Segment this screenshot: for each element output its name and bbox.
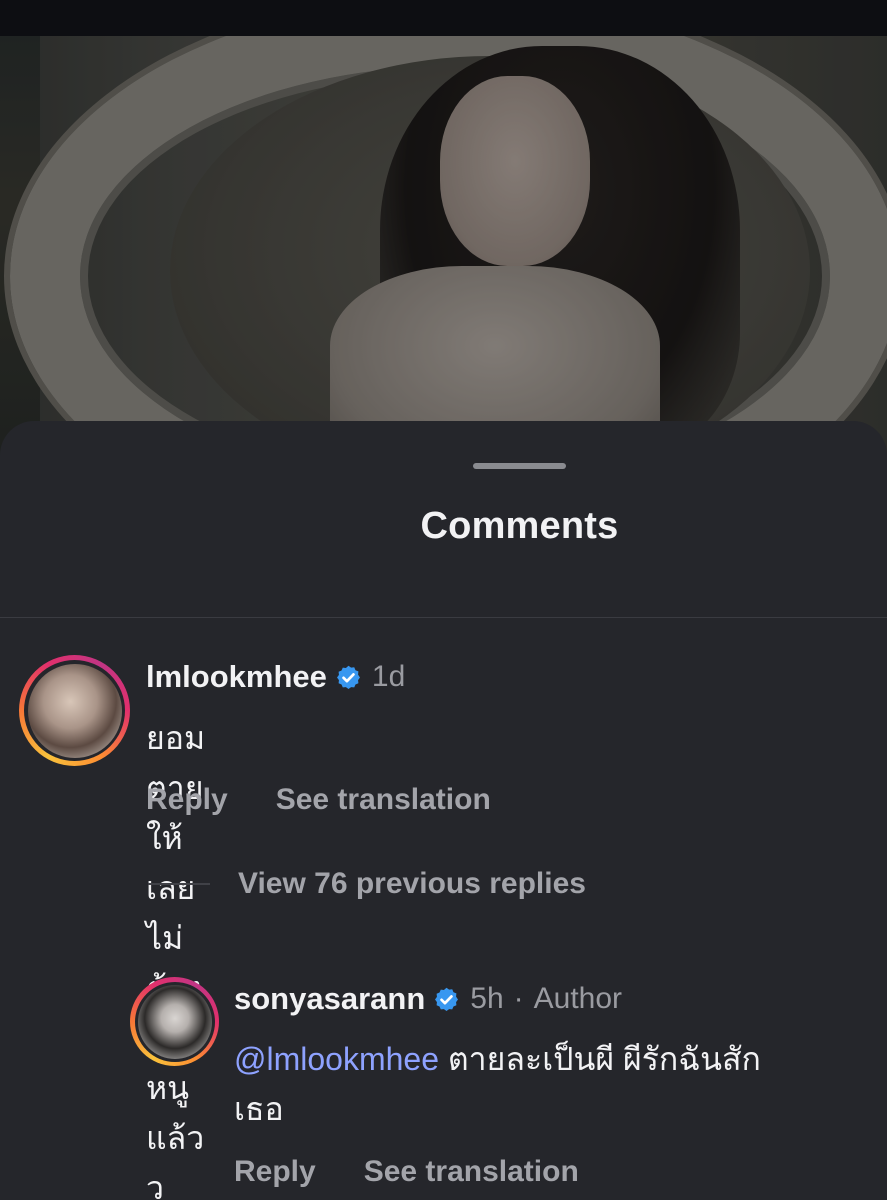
reply-actions: Reply See translation (234, 1155, 627, 1189)
comments-sheet: Comments lmlookmhee 1d ยอมตายให้เลย ไม่ต… (0, 421, 887, 1200)
header-separator: · (513, 982, 524, 1015)
reply-username[interactable]: sonyasarann (234, 981, 425, 1017)
avatar-story-ring[interactable] (19, 655, 130, 766)
view-previous-replies-button[interactable]: View 76 previous replies (148, 867, 586, 901)
reply-header: sonyasarann 5h · Author (234, 981, 622, 1017)
sheet-drag-handle[interactable] (473, 463, 566, 469)
verified-badge-icon (336, 665, 360, 689)
header-divider (0, 617, 887, 618)
sheet-title: Comments (420, 505, 619, 547)
reply-button[interactable]: Reply (234, 1155, 316, 1189)
author-tag: Author (533, 982, 623, 1015)
status-bar (0, 0, 887, 36)
verified-badge-icon (435, 987, 459, 1011)
comment-header: lmlookmhee 1d (146, 659, 405, 695)
comment-actions: Reply See translation (146, 783, 539, 817)
comment-time: 1d (371, 660, 406, 693)
view-replies-label: View 76 previous replies (238, 867, 586, 900)
see-translation-button[interactable]: See translation (276, 783, 491, 817)
comment-username[interactable]: lmlookmhee (146, 659, 327, 695)
post-photo[interactable] (0, 36, 887, 456)
photo-dim-overlay (0, 36, 887, 456)
reply-text: @lmlookmhee ตายละเป็นผี ผีรักฉันสัก เธอ (234, 1034, 874, 1134)
replies-indent-line (148, 883, 210, 885)
screen: Comments lmlookmhee 1d ยอมตายให้เลย ไม่ต… (0, 0, 887, 1200)
reply-time: 5h (470, 982, 504, 1015)
avatar (137, 984, 212, 1059)
see-translation-button[interactable]: See translation (364, 1155, 579, 1189)
reply-button[interactable]: Reply (146, 783, 228, 817)
avatar-story-ring[interactable] (130, 977, 219, 1066)
mention-link[interactable]: @lmlookmhee (234, 1041, 439, 1077)
avatar (27, 663, 122, 758)
